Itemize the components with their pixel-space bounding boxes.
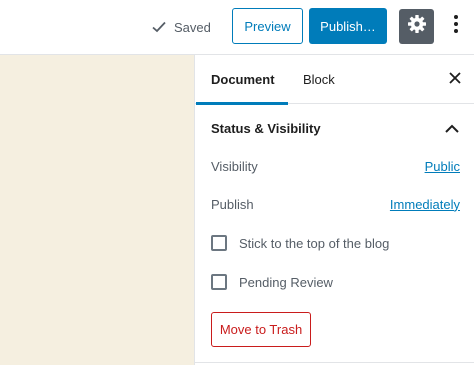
tab-document[interactable]: Document — [196, 55, 288, 105]
preview-button[interactable]: Preview — [232, 8, 303, 44]
visibility-label: Visibility — [211, 158, 258, 174]
saved-indicator: Saved — [152, 17, 211, 37]
pending-review-label[interactable]: Pending Review — [239, 275, 333, 290]
chevron-up-icon — [445, 120, 459, 138]
panel-title: Status & Visibility — [211, 121, 321, 136]
tab-block[interactable]: Block — [288, 55, 350, 104]
gear-icon — [407, 14, 427, 39]
saved-label: Saved — [174, 19, 211, 35]
pending-review-checkbox[interactable] — [211, 274, 227, 290]
pending-review-row: Pending Review — [211, 272, 333, 292]
publish-label: Publish — [211, 196, 254, 212]
visibility-link[interactable]: Public — [425, 159, 460, 174]
settings-button[interactable] — [399, 9, 434, 44]
panel-divider — [195, 362, 474, 363]
settings-sidebar: Document Block Status & Visibility Visib… — [194, 55, 474, 365]
sticky-checkbox[interactable] — [211, 235, 227, 251]
sticky-label[interactable]: Stick to the top of the blog — [239, 236, 389, 251]
move-to-trash-button[interactable]: Move to Trash — [211, 312, 311, 347]
sidebar-tabs: Document Block — [195, 55, 474, 105]
status-visibility-toggle[interactable]: Status & Visibility — [195, 104, 474, 153]
publish-row: Publish Immediately — [211, 194, 460, 214]
publish-date-link[interactable]: Immediately — [390, 197, 460, 212]
visibility-row: Visibility Public — [211, 156, 460, 176]
publish-button[interactable]: Publish… — [309, 8, 387, 44]
close-icon — [449, 71, 461, 89]
more-options-button[interactable] — [446, 9, 466, 44]
editor-header: Saved Preview Publish… — [0, 0, 474, 55]
check-icon — [152, 21, 166, 33]
sticky-row: Stick to the top of the blog — [211, 233, 389, 253]
more-vertical-icon — [454, 15, 458, 38]
close-sidebar-button[interactable] — [445, 70, 465, 90]
